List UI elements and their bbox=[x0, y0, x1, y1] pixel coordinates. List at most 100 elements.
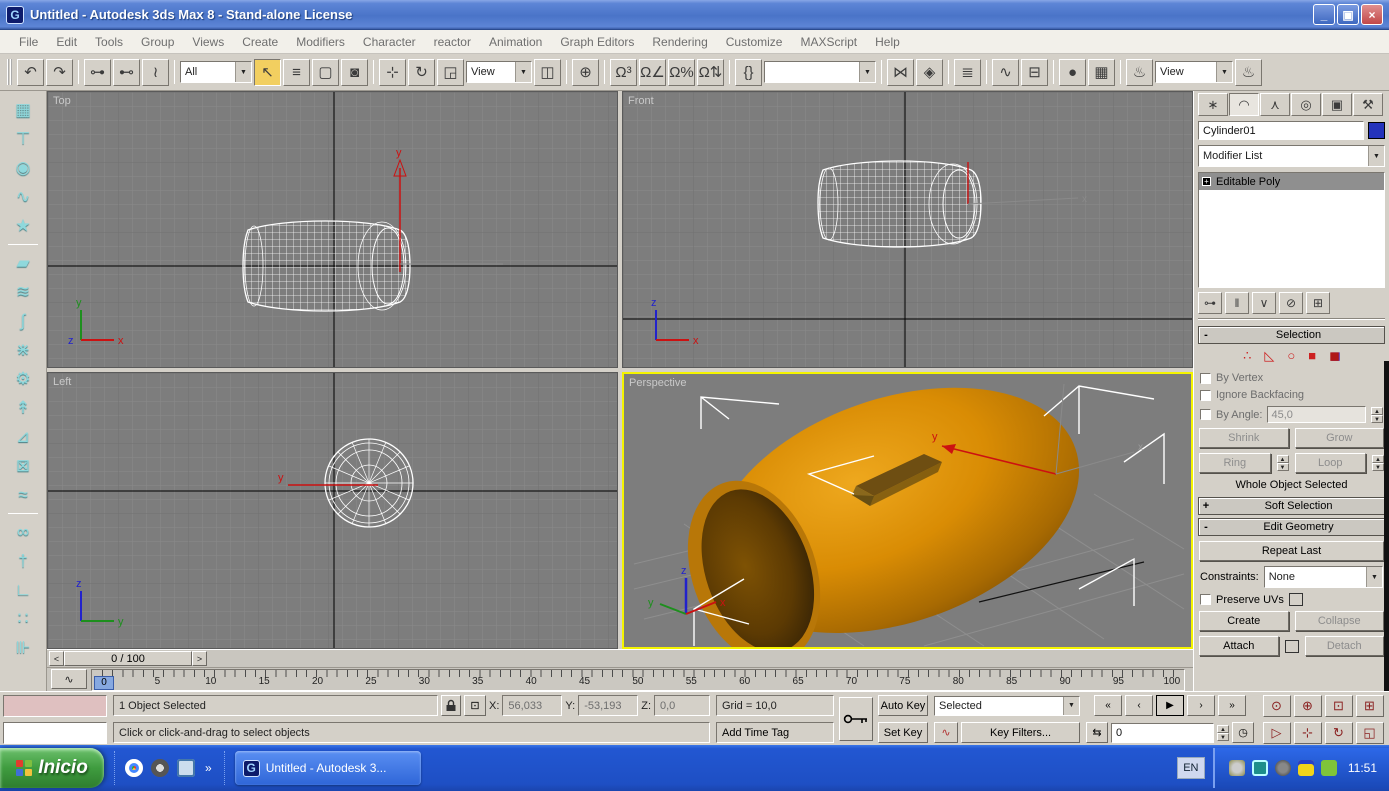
frame-70[interactable]: 70 bbox=[841, 676, 861, 690]
modifier-list-dropdown[interactable]: Modifier List ▼ bbox=[1198, 145, 1385, 167]
polygon-mode[interactable]: ■ bbox=[1308, 348, 1316, 364]
menu-reactor[interactable]: reactor bbox=[425, 31, 480, 53]
time-slider-grip[interactable]: 0 / 100 bbox=[64, 651, 192, 666]
rollout-edit-geometry-header[interactable]: - Edit Geometry bbox=[1198, 518, 1385, 536]
close-button[interactable]: × bbox=[1361, 4, 1383, 25]
menu-maxscript[interactable]: MAXScript bbox=[791, 31, 866, 53]
zoom-extents-all[interactable]: ⊞ bbox=[1355, 694, 1384, 717]
by-angle-field[interactable]: 45,0 bbox=[1267, 406, 1366, 423]
zoom-extents[interactable]: ⊡ bbox=[1324, 694, 1353, 717]
create-point-point-constraint[interactable]: ∷ bbox=[6, 606, 40, 632]
set-keys-button[interactable] bbox=[839, 697, 873, 741]
attach-settings-button[interactable] bbox=[1284, 639, 1299, 653]
expand-icon[interactable]: + bbox=[1202, 177, 1211, 186]
menu-animation[interactable]: Animation bbox=[480, 31, 551, 53]
collapse-icon[interactable]: - bbox=[1199, 329, 1213, 341]
menu-tools[interactable]: Tools bbox=[86, 31, 132, 53]
window-titlebar[interactable]: G Untitled - Autodesk 3ds Max 8 - Stand-… bbox=[0, 0, 1389, 30]
show-end-result[interactable]: ‖ bbox=[1225, 292, 1249, 314]
chrome-icon[interactable] bbox=[125, 759, 143, 777]
create-cloth-collection[interactable]: ⊤ bbox=[6, 126, 40, 152]
pin-stack[interactable]: ⊶ bbox=[1198, 292, 1222, 314]
preserve-uvs-checkbox[interactable] bbox=[1200, 594, 1211, 605]
top-viewport-canvas[interactable]: y y x z bbox=[48, 92, 617, 367]
next-frame[interactable]: › bbox=[1187, 695, 1215, 716]
ring-spinner[interactable]: ▲ ▼ bbox=[1276, 455, 1289, 471]
time-slider-prev-button[interactable]: < bbox=[49, 651, 64, 666]
undo[interactable]: ↶ bbox=[17, 58, 44, 86]
zoom-all[interactable]: ⊕ bbox=[1293, 694, 1322, 717]
tab-create[interactable]: ∗ bbox=[1198, 93, 1228, 116]
go-to-end[interactable]: » bbox=[1218, 695, 1246, 716]
snaps-toggle[interactable]: Ω³ bbox=[610, 58, 637, 86]
frame-5[interactable]: 5 bbox=[147, 676, 167, 690]
frame-45[interactable]: 45 bbox=[575, 676, 595, 690]
frame-0[interactable]: 0 bbox=[94, 676, 114, 690]
frame-60[interactable]: 60 bbox=[735, 676, 755, 690]
time-slider[interactable]: < 0 / 100 > bbox=[47, 649, 1193, 667]
configure-modifier-sets[interactable]: ⊞ bbox=[1306, 292, 1330, 314]
start-button[interactable]: Inicio bbox=[0, 748, 104, 788]
collapse-icon[interactable]: - bbox=[1199, 521, 1213, 533]
zoom[interactable]: ⊙ bbox=[1262, 694, 1291, 717]
restore-button[interactable]: ▣ bbox=[1337, 4, 1359, 25]
tray-gauge-icon[interactable] bbox=[1228, 760, 1245, 776]
tab-hierarchy[interactable]: ⋏ bbox=[1260, 93, 1290, 116]
create-ragdoll[interactable]: † bbox=[6, 548, 40, 574]
ring-button[interactable]: Ring bbox=[1199, 453, 1271, 473]
make-unique[interactable]: ∨ bbox=[1252, 292, 1276, 314]
field-of-view[interactable]: ▷ bbox=[1262, 721, 1291, 744]
curve-editor[interactable]: ∿ bbox=[992, 58, 1019, 86]
pan-view[interactable]: ⊹ bbox=[1293, 721, 1322, 744]
z-coordinate-field[interactable]: 0,0 bbox=[654, 695, 710, 716]
tab-modify[interactable]: ◠ bbox=[1229, 93, 1259, 116]
frame-30[interactable]: 30 bbox=[414, 676, 434, 690]
frame-spinner[interactable]: ▲ ▼ bbox=[1217, 724, 1229, 741]
rollout-soft-selection-header[interactable]: + Soft Selection bbox=[1198, 497, 1385, 515]
create-prismatic-constraint[interactable]: ⊪ bbox=[6, 635, 40, 661]
tray-3d-app-icon[interactable] bbox=[1297, 760, 1314, 776]
selection-filter[interactable]: All ▼ bbox=[180, 61, 252, 83]
detach-button[interactable]: Detach bbox=[1304, 636, 1384, 656]
tray-volume-icon[interactable] bbox=[1274, 760, 1291, 776]
ignore-backfacing-checkbox[interactable] bbox=[1200, 389, 1211, 401]
frame-85[interactable]: 85 bbox=[1002, 676, 1022, 690]
frame-90[interactable]: 90 bbox=[1055, 676, 1075, 690]
collapse-button[interactable]: Collapse bbox=[1294, 611, 1384, 631]
menu-rendering[interactable]: Rendering bbox=[643, 31, 716, 53]
select-and-link[interactable]: ⊶ bbox=[84, 58, 111, 86]
create-linear-dashpot[interactable]: ∫ bbox=[6, 308, 40, 334]
spinner-snap-toggle[interactable]: Ω⇅ bbox=[697, 58, 724, 86]
align[interactable]: ◈ bbox=[916, 58, 943, 86]
time-configuration-button[interactable]: ◷ bbox=[1232, 722, 1254, 743]
material-editor[interactable]: ● bbox=[1059, 58, 1086, 86]
preserve-uvs-settings-button[interactable] bbox=[1288, 593, 1303, 606]
x-coordinate-field[interactable]: 56,033 bbox=[502, 695, 563, 716]
tab-motion[interactable]: ◎ bbox=[1291, 93, 1321, 116]
object-color-swatch[interactable] bbox=[1368, 122, 1385, 139]
maxscript-listener-pink[interactable] bbox=[3, 694, 107, 717]
mirror[interactable]: ⋈ bbox=[887, 58, 914, 86]
viewport-label-perspective[interactable]: Perspective bbox=[629, 377, 686, 389]
maximize-viewport-toggle[interactable]: ◱ bbox=[1355, 721, 1384, 744]
mini-curve-editor-button[interactable]: ∿ bbox=[51, 669, 87, 689]
create-wind[interactable]: ↟ bbox=[6, 395, 40, 421]
loop-spinner[interactable]: ▲ ▼ bbox=[1372, 455, 1384, 471]
create-rope-collection[interactable]: ∿ bbox=[6, 184, 40, 210]
expand-icon[interactable]: + bbox=[1199, 500, 1213, 512]
maxscript-listener-white[interactable] bbox=[3, 721, 107, 744]
selection-lock-toggle[interactable] bbox=[441, 695, 462, 716]
viewport-front[interactable]: x z x Front bbox=[622, 91, 1193, 368]
tray-teal-app-icon[interactable] bbox=[1251, 760, 1268, 776]
create-fracture[interactable]: ⊠ bbox=[6, 453, 40, 479]
create-plane[interactable]: ▰ bbox=[6, 250, 40, 276]
select-and-manipulate[interactable]: ⊕ bbox=[572, 58, 599, 86]
quick-launch-overflow[interactable]: » bbox=[203, 761, 214, 775]
remove-modifier[interactable]: ⊘ bbox=[1279, 292, 1303, 314]
frame-95[interactable]: 95 bbox=[1108, 676, 1128, 690]
rectangular-selection-region[interactable]: ▢ bbox=[312, 58, 339, 86]
object-name-field[interactable]: Cylinder01 bbox=[1198, 121, 1364, 140]
menu-create[interactable]: Create bbox=[233, 31, 287, 53]
auto-key-button[interactable]: Auto Key bbox=[878, 695, 928, 716]
modifier-stack[interactable]: + Editable Poly bbox=[1198, 172, 1385, 288]
